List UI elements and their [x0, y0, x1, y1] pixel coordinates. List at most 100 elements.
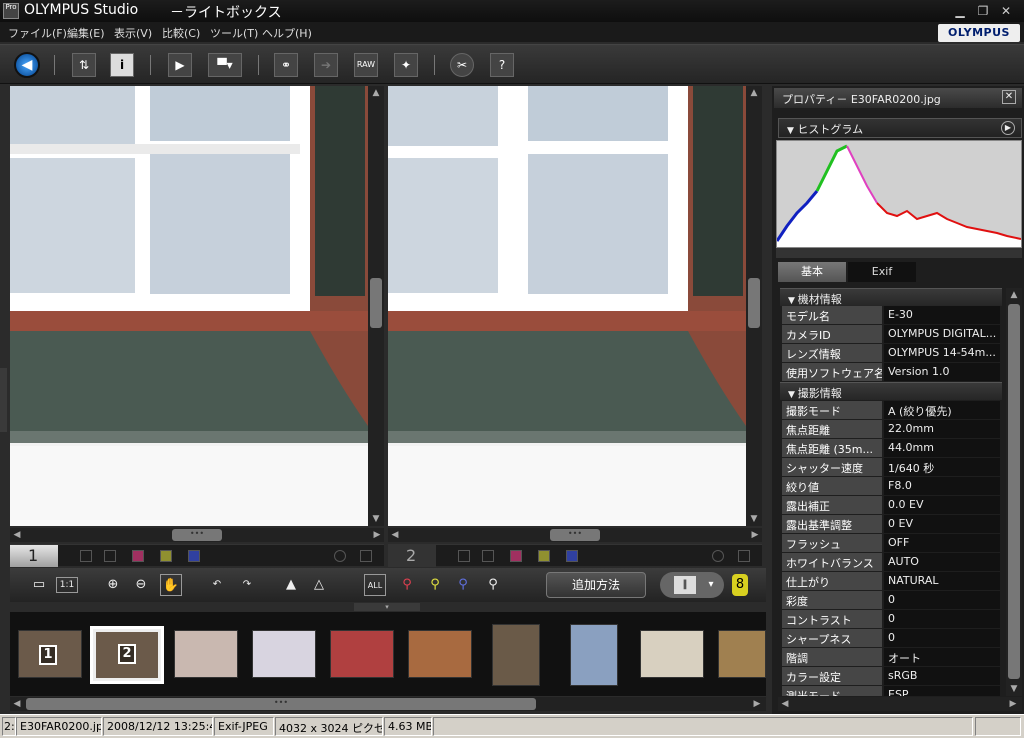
- scroll-up-icon[interactable]: ▲: [746, 86, 762, 100]
- scroll-right-icon[interactable]: ▶: [1006, 697, 1020, 711]
- rotate-left-icon[interactable]: ↶: [206, 574, 228, 596]
- grid-icon[interactable]: [458, 550, 470, 562]
- scroll-right-icon[interactable]: ▶: [370, 528, 384, 542]
- marker-red-icon[interactable]: [510, 550, 522, 562]
- trash-icon[interactable]: [738, 550, 750, 562]
- compare-layout-toggle[interactable]: ‖ ▾: [660, 572, 724, 598]
- raw-icon[interactable]: RAW: [354, 53, 378, 77]
- collapse-arrow-icon[interactable]: ▼: [787, 126, 794, 136]
- thumbnail[interactable]: [640, 630, 704, 678]
- thumbnail[interactable]: [174, 630, 238, 678]
- image-viewer-2[interactable]: [388, 86, 746, 526]
- thumbnail[interactable]: [330, 630, 394, 678]
- tab-exif[interactable]: Exif: [848, 262, 916, 282]
- viewer-2-vscroll[interactable]: ▲ ▼: [746, 86, 762, 526]
- link-icon[interactable]: 8: [732, 574, 748, 596]
- loupe-red-icon[interactable]: ⚲: [396, 574, 418, 596]
- thumbnail[interactable]: [718, 630, 766, 678]
- lock-icon[interactable]: [712, 550, 724, 562]
- scroll-down-icon[interactable]: ▼: [368, 512, 384, 526]
- marker-red-icon[interactable]: [132, 550, 144, 562]
- viewer-2-hscroll[interactable]: ◀ ••• ▶: [388, 528, 762, 542]
- viewer-1-vscroll[interactable]: ▲ ▼: [368, 86, 384, 526]
- chevron-down-icon[interactable]: ▾: [702, 576, 720, 594]
- section-shooting-header[interactable]: ▼ 撮影情報: [780, 382, 1002, 400]
- scroll-left-icon[interactable]: ◀: [388, 528, 402, 542]
- scroll-thumb[interactable]: •••: [550, 529, 600, 541]
- menu-help[interactable]: ヘルプ(H): [262, 25, 312, 41]
- add-method-button[interactable]: 追加方法: [546, 572, 646, 598]
- actual-size-button[interactable]: 1:1: [56, 577, 78, 593]
- collapse-arrow-icon[interactable]: ▼: [788, 296, 798, 306]
- marker-yellow-icon[interactable]: [160, 550, 172, 562]
- highlight-warning-icon[interactable]: ▲: [280, 574, 302, 596]
- sort-icon[interactable]: ⇅: [72, 53, 96, 77]
- scroll-up-icon[interactable]: ▲: [368, 86, 384, 100]
- zoom-in-icon[interactable]: ⊕: [102, 574, 124, 596]
- grid-icon[interactable]: [482, 550, 494, 562]
- hand-tool-icon[interactable]: ✋: [160, 574, 182, 596]
- scroll-thumb[interactable]: [1008, 304, 1020, 679]
- filmstrip-hscroll[interactable]: ◀ ••• ▶: [10, 697, 766, 711]
- thumbnail[interactable]: 1: [18, 630, 82, 678]
- menu-file[interactable]: ファイル(F): [8, 25, 67, 41]
- thumbnail[interactable]: [252, 630, 316, 678]
- scroll-thumb[interactable]: [370, 278, 382, 328]
- marker-blue-icon[interactable]: [566, 550, 578, 562]
- thumbnail[interactable]: [492, 624, 540, 686]
- split-view-icon[interactable]: ‖: [674, 576, 696, 594]
- info-icon[interactable]: i: [110, 53, 134, 77]
- export-icon[interactable]: ➔: [314, 53, 338, 77]
- properties-vscroll[interactable]: ▲ ▼: [1006, 288, 1022, 696]
- scroll-thumb[interactable]: [748, 278, 760, 328]
- scroll-left-icon[interactable]: ◀: [10, 697, 24, 711]
- menu-view[interactable]: 表示(V): [114, 25, 152, 41]
- left-panel-handle[interactable]: [0, 368, 7, 432]
- color-circles-icon[interactable]: ⚭: [274, 53, 298, 77]
- histogram-header[interactable]: ▼ ヒストグラム ▶: [778, 118, 1022, 138]
- loupe-yellow-icon[interactable]: ⚲: [424, 574, 446, 596]
- scroll-right-icon[interactable]: ▶: [748, 528, 762, 542]
- grid-icon[interactable]: [80, 550, 92, 562]
- close-icon[interactable]: ✕: [1002, 90, 1016, 104]
- zoom-out-icon[interactable]: ⊖: [130, 574, 152, 596]
- thumbnail-selected[interactable]: 2: [90, 626, 164, 684]
- marker-blue-icon[interactable]: [188, 550, 200, 562]
- marker-yellow-icon[interactable]: [538, 550, 550, 562]
- menu-compare[interactable]: 比較(C): [162, 25, 200, 41]
- print-icon[interactable]: ▀▾: [208, 53, 242, 77]
- scroll-down-icon[interactable]: ▼: [1006, 682, 1022, 696]
- scroll-right-icon[interactable]: ▶: [750, 697, 764, 711]
- scroll-thumb[interactable]: •••: [172, 529, 222, 541]
- slideshow-icon[interactable]: ▶: [168, 53, 192, 77]
- filmstrip-collapse-handle[interactable]: ▾: [354, 603, 420, 611]
- section-equipment-header[interactable]: ▼ 機材情報: [780, 288, 1002, 306]
- image-viewer-1[interactable]: [10, 86, 368, 526]
- scroll-left-icon[interactable]: ◀: [10, 528, 24, 542]
- grid-icon[interactable]: [104, 550, 116, 562]
- magic-wand-icon[interactable]: ✦: [394, 53, 418, 77]
- thumbnail[interactable]: [570, 624, 618, 686]
- help-icon[interactable]: ?: [490, 53, 514, 77]
- properties-hscroll[interactable]: ◀ ▶: [778, 697, 1022, 711]
- restore-icon[interactable]: ❐: [975, 4, 991, 18]
- minimize-icon[interactable]: ▁: [952, 4, 968, 18]
- collapse-arrow-icon[interactable]: ▼: [788, 390, 798, 400]
- menu-tools[interactable]: ツール(T): [210, 25, 258, 41]
- scroll-down-icon[interactable]: ▼: [746, 512, 762, 526]
- shadow-warning-icon[interactable]: △: [308, 574, 330, 596]
- tools-icon[interactable]: ✂: [450, 53, 474, 77]
- fit-screen-icon[interactable]: ▭: [28, 574, 50, 596]
- thumbnail[interactable]: [408, 630, 472, 678]
- loupe-icon[interactable]: ⚲: [482, 574, 504, 596]
- scroll-left-icon[interactable]: ◀: [778, 697, 792, 711]
- viewer-1-hscroll[interactable]: ◀ ••• ▶: [10, 528, 384, 542]
- scroll-up-icon[interactable]: ▲: [1006, 288, 1022, 302]
- menu-edit[interactable]: 編集(E): [67, 25, 105, 41]
- play-icon[interactable]: ▶: [1001, 121, 1015, 135]
- back-arrow-icon[interactable]: ◀: [14, 52, 40, 78]
- rotate-right-icon[interactable]: ↷: [236, 574, 258, 596]
- loupe-blue-icon[interactable]: ⚲: [452, 574, 474, 596]
- scroll-thumb[interactable]: •••: [26, 698, 536, 710]
- tab-basic[interactable]: 基本: [778, 262, 846, 282]
